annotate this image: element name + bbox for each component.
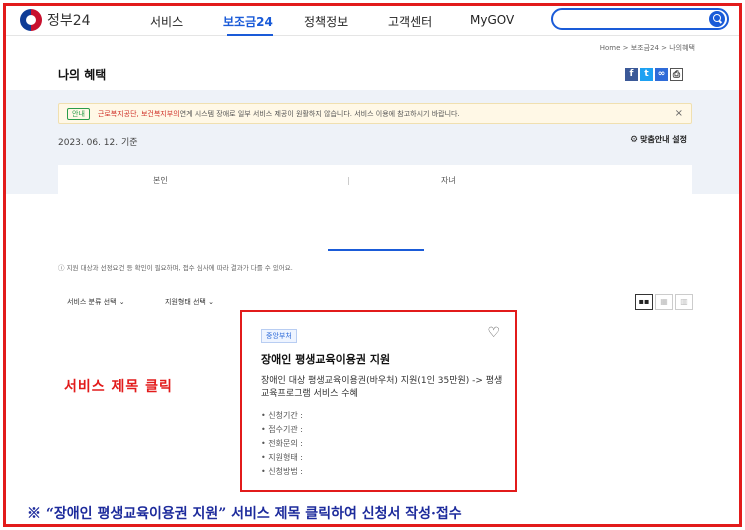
nav-subsidy24[interactable]: 보조금24 <box>223 13 273 30</box>
active-nav-underline <box>227 34 273 36</box>
service-title-link[interactable]: 장애인 평생교육이용권 지원 <box>261 351 390 367</box>
tab-child[interactable]: 자녀 <box>441 175 456 186</box>
notice-text: 연계 시스템 장애로 일부 서비스 제공이 원활하지 않습니다. 서비스 이용에… <box>179 109 460 118</box>
info-notice: ⓘ 지원 대상과 선정요건 등 확인이 필요하며, 접수 심사에 따라 결과가 … <box>58 264 293 272</box>
logo-text: 정부24 <box>47 13 91 29</box>
list-item: • 신청방법 : <box>261 467 303 476</box>
search-icon[interactable] <box>709 11 725 27</box>
service-description: 장애인 대상 평생교육이용권(바우처) 지원(1인 35만원) -> 평생교육프… <box>261 376 503 399</box>
heart-icon[interactable]: ♡ <box>487 325 500 341</box>
close-icon[interactable]: × <box>675 108 683 119</box>
list-view-icon[interactable]: ▥ <box>675 294 693 310</box>
list-item: • 전화문의 : <box>261 439 303 448</box>
tab-divider <box>348 177 349 185</box>
field-apply-method: 신청방법 : <box>268 467 303 476</box>
nav-customer-center[interactable]: 고객센터 <box>388 13 432 30</box>
breadcrumb[interactable]: Home > 보조금24 > 나의혜택 <box>600 43 695 53</box>
gov-emblem-icon <box>20 9 42 31</box>
facebook-icon[interactable]: f <box>625 68 638 81</box>
top-header: 정부24 서비스 보조금24 정책정보 고객센터 MyGOV <box>6 6 739 36</box>
chevron-down-icon: ⌄ <box>208 298 214 306</box>
field-reception-agency: 접수기관 : <box>268 425 303 434</box>
gov24-logo[interactable]: 정부24 <box>20 9 91 31</box>
nav-policy-info[interactable]: 정책정보 <box>304 13 348 30</box>
instruction-callout: 서비스 제목 클릭 <box>64 379 173 395</box>
view-toggle: ▪▪ ▦ ▥ <box>635 294 693 310</box>
share-buttons: f t ∞ ⎙ <box>625 68 683 81</box>
custom-setting-label: 맞춤안내 설정 <box>640 135 688 144</box>
search-input[interactable] <box>551 8 729 30</box>
service-fields: • 신청기간 : • 접수기관 : • 전화문의 : • 지원형태 : • 신청… <box>261 409 303 479</box>
beneficiary-tabs: 본인 자녀 <box>58 165 692 251</box>
category-badge: 중앙부처 <box>261 329 297 343</box>
notice-org-text: 근로복지공단, 보건복지부의 <box>97 109 180 118</box>
notice-tag: 안내 <box>67 107 90 120</box>
print-icon[interactable]: ⎙ <box>670 68 683 81</box>
support-type-label: 지원형태 선택 <box>165 298 206 306</box>
instruction-footnote: ※ “장애인 평생교육이용권 지원” 서비스 제목 클릭하여 신청서 작성·접수 <box>27 506 462 522</box>
nav-service[interactable]: 서비스 <box>150 13 183 30</box>
notice-banner: 안내 근로복지공단, 보건복지부의 연계 시스템 장애로 일부 서비스 제공이 … <box>58 103 692 124</box>
grid-view-icon[interactable]: ▪▪ <box>635 294 653 310</box>
date-basis: 2023. 06. 12. 기준 <box>58 138 138 148</box>
service-card[interactable]: 중앙부처 ♡ 장애인 평생교육이용권 지원 장애인 대상 평생교육이용권(바우처… <box>240 310 517 492</box>
twitter-icon[interactable]: t <box>640 68 653 81</box>
custom-setting-button[interactable]: ⚙ 맞춤안내 설정 <box>630 134 687 145</box>
tab-self[interactable]: 본인 <box>153 175 168 186</box>
active-tab-underline <box>328 249 424 251</box>
support-type-select[interactable]: 지원형태 선택 ⌄ <box>165 297 214 307</box>
chevron-down-icon: ⌄ <box>118 298 125 306</box>
list-item: • 지원형태 : <box>261 453 303 462</box>
gear-icon: ⚙ <box>630 135 639 145</box>
list-item: • 접수기관 : <box>261 425 303 434</box>
field-phone: 전화문의 : <box>268 439 303 448</box>
link-icon[interactable]: ∞ <box>655 68 668 81</box>
nav-mygov[interactable]: MyGOV <box>470 13 514 27</box>
card-view-icon[interactable]: ▦ <box>655 294 673 310</box>
field-support-type: 지원형태 : <box>268 453 303 462</box>
service-category-select[interactable]: 서비스 분류 선택 ⌄ <box>67 297 125 307</box>
page-title: 나의 혜택 <box>58 68 107 82</box>
list-item: • 신청기간 : <box>261 411 303 420</box>
service-category-label: 서비스 분류 선택 <box>67 298 117 306</box>
field-apply-period: 신청기간 : <box>268 411 303 420</box>
